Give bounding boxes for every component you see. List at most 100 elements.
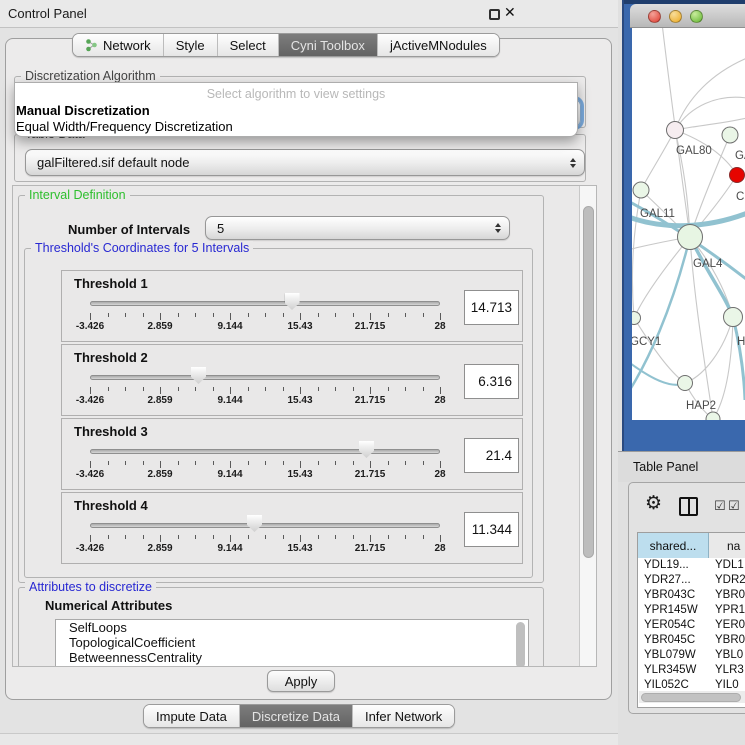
- number-of-intervals-combobox[interactable]: 5: [205, 216, 510, 240]
- slider-tick: [90, 313, 91, 320]
- close-icon[interactable]: ✕: [504, 4, 516, 21]
- column-header-shared-name[interactable]: shared...: [638, 533, 709, 558]
- node-label: GCY1: [632, 336, 661, 348]
- float-window-icon[interactable]: [489, 9, 500, 20]
- network-node[interactable]: [724, 308, 743, 327]
- cell-shared-name[interactable]: YBR045C: [638, 633, 709, 648]
- horizontal-scrollbar[interactable]: [639, 691, 745, 703]
- cell-name[interactable]: YLR3: [709, 663, 744, 678]
- cell-shared-name[interactable]: YDL19...: [638, 558, 709, 573]
- table-data-combobox[interactable]: galFiltered.sif default node: [25, 149, 585, 176]
- slider-track[interactable]: [90, 523, 440, 528]
- network-node[interactable]: [667, 122, 684, 139]
- tab-select[interactable]: Select: [218, 34, 279, 56]
- vertical-scrollbar[interactable]: [579, 186, 597, 666]
- slider-thumb[interactable]: [285, 293, 300, 310]
- slider-tick: [90, 535, 91, 542]
- network-node[interactable]: [722, 127, 738, 143]
- slider-track[interactable]: [90, 375, 440, 380]
- checkbox-icon[interactable]: ☑: [728, 499, 740, 512]
- cell-name[interactable]: YPR1: [709, 603, 745, 618]
- tab-cyni-toolbox[interactable]: Cyni Toolbox: [279, 34, 378, 56]
- threshold-label: Threshold 2: [74, 350, 148, 365]
- cell-name[interactable]: YDL1: [709, 558, 744, 573]
- tab-network[interactable]: Network: [73, 34, 164, 56]
- table-row[interactable]: YER054CYER0: [638, 618, 745, 633]
- cell-name[interactable]: YBR0: [709, 588, 745, 603]
- cell-name[interactable]: YBL0: [709, 648, 743, 663]
- column-header-name[interactable]: na: [709, 533, 745, 558]
- tab-jactivemnodules[interactable]: jActiveMNodules: [378, 34, 499, 56]
- apply-button[interactable]: Apply: [267, 670, 335, 692]
- cell-shared-name[interactable]: YBR043C: [638, 588, 709, 603]
- tab-discretize-data[interactable]: Discretize Data: [240, 705, 353, 727]
- table-row[interactable]: YDR27...YDR2: [638, 573, 745, 588]
- checkbox-icon[interactable]: ☑: [714, 499, 726, 512]
- attribute-item-betweennesscentrality[interactable]: BetweennessCentrality: [56, 650, 528, 665]
- numerical-attributes-list[interactable]: SelfLoopsTopologicalCoefficientBetweenne…: [55, 619, 529, 667]
- tab-infer-network[interactable]: Infer Network: [353, 705, 454, 727]
- list-scrollbar[interactable]: [516, 622, 525, 667]
- slider-thumb[interactable]: [191, 367, 206, 384]
- numerical-attributes-label: Numerical Attributes: [45, 598, 172, 613]
- window-frame-edge: [622, 0, 624, 451]
- threshold-value-field[interactable]: 11.344: [464, 512, 519, 547]
- table-row[interactable]: YDL19...YDL1: [638, 558, 745, 573]
- network-node[interactable]: [706, 412, 720, 420]
- network-canvas[interactable]: GAL80 GA C GAL11 GAL4 GCY1 H HAP2: [632, 28, 745, 420]
- zoom-traffic-light[interactable]: [690, 10, 703, 23]
- cell-shared-name[interactable]: YBL079W: [638, 648, 709, 663]
- node-label: GA: [735, 150, 745, 162]
- cell-shared-name[interactable]: YDR27...: [638, 573, 709, 588]
- table-row[interactable]: YLR345WYLR3: [638, 663, 745, 678]
- selected-network-node[interactable]: [730, 168, 745, 183]
- combo-stepper-icon: [570, 158, 576, 168]
- threshold-value-field[interactable]: 21.4: [464, 438, 519, 473]
- gear-icon[interactable]: ⚙: [645, 494, 662, 513]
- minimize-traffic-light[interactable]: [669, 10, 682, 23]
- slider-tick: [318, 461, 319, 465]
- algorithm-option-equal-width-frequency-discretization[interactable]: Equal Width/Frequency Discretization: [16, 119, 233, 134]
- column-layout-icon[interactable]: [679, 497, 698, 516]
- slider-tick: [318, 313, 319, 317]
- attribute-item-topologicalcoefficient[interactable]: TopologicalCoefficient: [56, 635, 528, 650]
- table-row[interactable]: YBR045CYBR0: [638, 633, 745, 648]
- slider-tick: [265, 461, 266, 465]
- slider-tick: [230, 535, 231, 542]
- slider-thumb[interactable]: [359, 441, 374, 458]
- tab-style[interactable]: Style: [164, 34, 218, 56]
- table-row[interactable]: YPR145WYPR1: [638, 603, 745, 618]
- cell-name[interactable]: YBR0: [709, 633, 745, 648]
- close-traffic-light[interactable]: [648, 10, 661, 23]
- attribute-item-selfloops[interactable]: SelfLoops: [56, 620, 528, 635]
- network-window-titlebar[interactable]: [630, 4, 745, 28]
- table-row[interactable]: YBR043CYBR0: [638, 588, 745, 603]
- slider-tick: [283, 461, 284, 465]
- cell-name[interactable]: YDR2: [709, 573, 745, 588]
- slider-track[interactable]: [90, 449, 440, 454]
- network-node[interactable]: [678, 376, 693, 391]
- tab-impute-data[interactable]: Impute Data: [144, 705, 240, 727]
- scrollbar-thumb[interactable]: [583, 206, 594, 558]
- network-node[interactable]: [678, 225, 703, 250]
- cell-name[interactable]: YER0: [709, 618, 745, 633]
- slider-tick: [405, 461, 406, 465]
- table-row[interactable]: YBL079WYBL0: [638, 648, 745, 663]
- slider-tick: [265, 535, 266, 539]
- network-node[interactable]: [632, 312, 641, 325]
- slider-track[interactable]: [90, 301, 440, 306]
- threshold-value-field[interactable]: 6.316: [464, 364, 519, 399]
- cell-shared-name[interactable]: YER054C: [638, 618, 709, 633]
- cell-shared-name[interactable]: YPR145W: [638, 603, 709, 618]
- scrollbar-thumb[interactable]: [641, 693, 741, 702]
- slider-tick: [388, 535, 389, 539]
- node-label: GAL4: [693, 258, 723, 270]
- algorithm-option-manual-discretization[interactable]: Manual Discretization: [16, 103, 150, 118]
- slider-thumb[interactable]: [247, 515, 262, 532]
- slider-tick-label: -3.426: [65, 395, 115, 406]
- cell-shared-name[interactable]: YLR345W: [638, 663, 709, 678]
- slider-tick-label: 21.715: [345, 395, 395, 406]
- threshold-value-field[interactable]: 14.713: [464, 290, 519, 325]
- network-node[interactable]: [633, 182, 649, 198]
- slider-tick: [423, 535, 424, 539]
